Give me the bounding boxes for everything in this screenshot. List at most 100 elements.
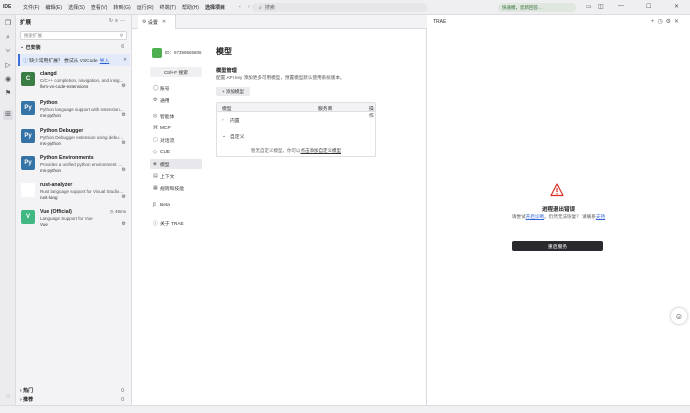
- nav-item-cue[interactable]: ◇ CUE: [150, 147, 202, 157]
- source-control-icon[interactable]: ⑂: [3, 47, 13, 57]
- table-header: 模型 服务商 操作: [217, 103, 375, 119]
- import-banner: ⓘ 缺少常用扩展？ 尝试从 VSCode 导入 ✕: [18, 54, 130, 66]
- close-icon[interactable]: ✕: [674, 3, 679, 10]
- project-selector[interactable]: 选择项目: [205, 4, 225, 11]
- beta-icon: β: [153, 202, 156, 208]
- table-row-custom[interactable]: ⌄ 自定义: [222, 133, 244, 140]
- import-link[interactable]: 导入: [100, 57, 110, 64]
- sidebar-actions: ↻≡⋯: [109, 18, 127, 24]
- extension-item[interactable]: Py Python Debugger Python Debugger exten…: [20, 128, 128, 154]
- diagnose-link[interactable]: 开启诊断: [526, 214, 544, 219]
- run-debug-icon[interactable]: ▷: [3, 61, 13, 71]
- nav-item-model[interactable]: ◈ 模型: [150, 159, 202, 169]
- tab-settings-label: 设置: [147, 19, 158, 26]
- minimize-icon[interactable]: —: [618, 3, 624, 9]
- nav-item-label: 关于 TRAE: [160, 221, 184, 227]
- filter-icon[interactable]: ⚲: [120, 33, 123, 39]
- title-search[interactable]: ⌕ 搜索: [252, 3, 427, 12]
- nav-item-beta[interactable]: β Beta: [150, 200, 202, 210]
- extension-search-input[interactable]: 搜索扩展 ⚲: [20, 31, 127, 40]
- context-icon: ▤: [153, 173, 158, 179]
- layout-icon[interactable]: ▭: [586, 3, 592, 10]
- extension-name: clangd: [40, 71, 57, 77]
- nav-item-agent[interactable]: ◎ 智能体: [150, 111, 202, 121]
- gear-icon[interactable]: ⚙: [122, 83, 126, 89]
- user-icon: ◯: [153, 85, 159, 91]
- extension-item[interactable]: Py Python Environments Provides a unifie…: [20, 155, 128, 181]
- nav-item-mcp[interactable]: ⌘ MCP: [150, 123, 202, 133]
- gear-icon[interactable]: ⚙: [122, 140, 126, 146]
- menu-help[interactable]: 帮助(H): [182, 4, 199, 11]
- recommended-section-header[interactable]: › 推荐 0: [20, 396, 128, 404]
- layout-split-icon[interactable]: ◫: [598, 3, 604, 10]
- panel-title: TRAE: [433, 19, 447, 25]
- add-model-button[interactable]: + 添加模型: [216, 87, 250, 96]
- support-link[interactable]: 支持: [596, 214, 605, 219]
- extension-item[interactable]: V Vue (Official) ◷ 49ms Language Support…: [20, 209, 128, 235]
- extensions-icon[interactable]: ⊞: [3, 110, 13, 120]
- search-icon[interactable]: ⌕: [3, 33, 13, 43]
- extension-name: Vue (Official): [40, 209, 72, 215]
- assistant-avatar-icon[interactable]: ☺: [671, 308, 687, 324]
- table-row-builtin[interactable]: › 内置: [222, 117, 240, 124]
- extension-publisher: ms-python: [40, 168, 62, 173]
- add-custom-model-link[interactable]: 点击添加自定义模型: [301, 148, 342, 153]
- cue-icon: ◇: [153, 149, 157, 155]
- nav-item-context[interactable]: ▤ 上下文: [150, 171, 202, 181]
- extension-publisher: ms-python: [40, 141, 62, 146]
- nav-item-label: Beta: [160, 202, 170, 208]
- nav-item-label: 规则和技能: [160, 186, 184, 192]
- maximize-icon[interactable]: ☐: [646, 3, 651, 10]
- nav-item-rules[interactable]: ▦ 规则和技能: [150, 183, 202, 193]
- extension-desc: Python Debugger extension using debug...: [40, 135, 124, 140]
- menu-view[interactable]: 查看(V): [91, 4, 108, 11]
- menu-terminal[interactable]: 终端(T): [160, 4, 176, 11]
- error-description: 请尝试开启诊断。仍然无法恢复？ 请联系支持: [427, 214, 690, 220]
- gear-icon[interactable]: ⚙: [122, 194, 126, 200]
- close-icon[interactable]: ✕: [162, 19, 166, 25]
- vue-icon: V: [21, 210, 35, 224]
- remote-icon[interactable]: ◉: [3, 75, 13, 85]
- load-time-value: 49ms: [114, 209, 126, 214]
- nav-item-about[interactable]: ⓘ 关于 TRAE: [150, 218, 202, 228]
- tab-settings[interactable]: ⚙ 设置 ✕: [138, 15, 176, 29]
- ai-panel: TRAE +◷⚙✕ 进程退出错误 请尝试开启诊断。仍然无法恢复？ 请联系支持 重…: [427, 15, 690, 413]
- gear-icon[interactable]: ⚙: [122, 167, 126, 173]
- explorer-icon[interactable]: ❐: [3, 19, 13, 29]
- settings-icon[interactable]: ⚙: [666, 19, 674, 25]
- nav-item-general[interactable]: ⚙ 通用: [150, 95, 202, 105]
- bookmark-icon[interactable]: ⚑: [3, 89, 13, 99]
- extension-item[interactable]: C clangd C/C++ completion, navigation, a…: [20, 71, 128, 97]
- menu-select[interactable]: 选择(S): [68, 4, 85, 11]
- menu-edit[interactable]: 编辑(E): [45, 4, 62, 11]
- installed-section-header[interactable]: ⌄ 已安装 6: [20, 44, 128, 51]
- restart-service-button[interactable]: 重启服务: [512, 241, 603, 251]
- settings-search-button[interactable]: Ctrl+F 搜索: [150, 67, 202, 77]
- menu-run[interactable]: 运行(R): [137, 4, 154, 11]
- extension-load-time: ◷ 49ms: [110, 209, 126, 215]
- history-icon[interactable]: ◷: [657, 19, 665, 25]
- python-env-icon: Py: [21, 156, 35, 170]
- extension-item[interactable]: Py Python Python language support with e…: [20, 100, 128, 126]
- extension-name: rust-analyzer: [40, 182, 73, 188]
- nav-arrows-icon[interactable]: ‹ ›: [239, 4, 253, 10]
- settings-editor: ⚙ 设置 ✕ ID：97359565806 Ctrl+F 搜索 ◯ 账号 ⚙ 通用 …: [132, 15, 427, 413]
- nav-item-chatflow[interactable]: ▢ 对话流: [150, 135, 202, 145]
- nav-item-account[interactable]: ◯ 账号: [150, 83, 202, 93]
- gear-icon[interactable]: ⚙: [122, 221, 126, 227]
- menu-file[interactable]: 文件(F): [23, 4, 39, 11]
- title-bar: IDE 文件(F) 编辑(E) 选择(S) 查看(V) 转到(G) 运行(R) …: [0, 0, 690, 15]
- menu-goto[interactable]: 转到(G): [113, 4, 130, 11]
- close-icon[interactable]: ✕: [674, 19, 682, 25]
- gear-icon[interactable]: ⚙: [122, 112, 126, 118]
- rules-icon: ▦: [153, 185, 158, 191]
- account-icon[interactable]: ◌: [3, 392, 13, 402]
- popular-section-header[interactable]: › 热门 0: [20, 387, 128, 395]
- status-pill[interactable]: 快速模，您新回答...: [498, 3, 576, 12]
- close-icon[interactable]: ✕: [123, 58, 127, 63]
- status-bar: [0, 405, 690, 413]
- title-search-placeholder: 搜索: [264, 5, 275, 11]
- extension-item[interactable]: rust-analyzer Rust language support for …: [20, 182, 128, 208]
- extensions-sidebar: 扩展 ↻≡⋯ 搜索扩展 ⚲ ⌄ 已安装 6 ⓘ 缺少常用扩展？ 尝试从 VSCo…: [16, 15, 132, 413]
- more-icon[interactable]: ⋯: [120, 18, 127, 24]
